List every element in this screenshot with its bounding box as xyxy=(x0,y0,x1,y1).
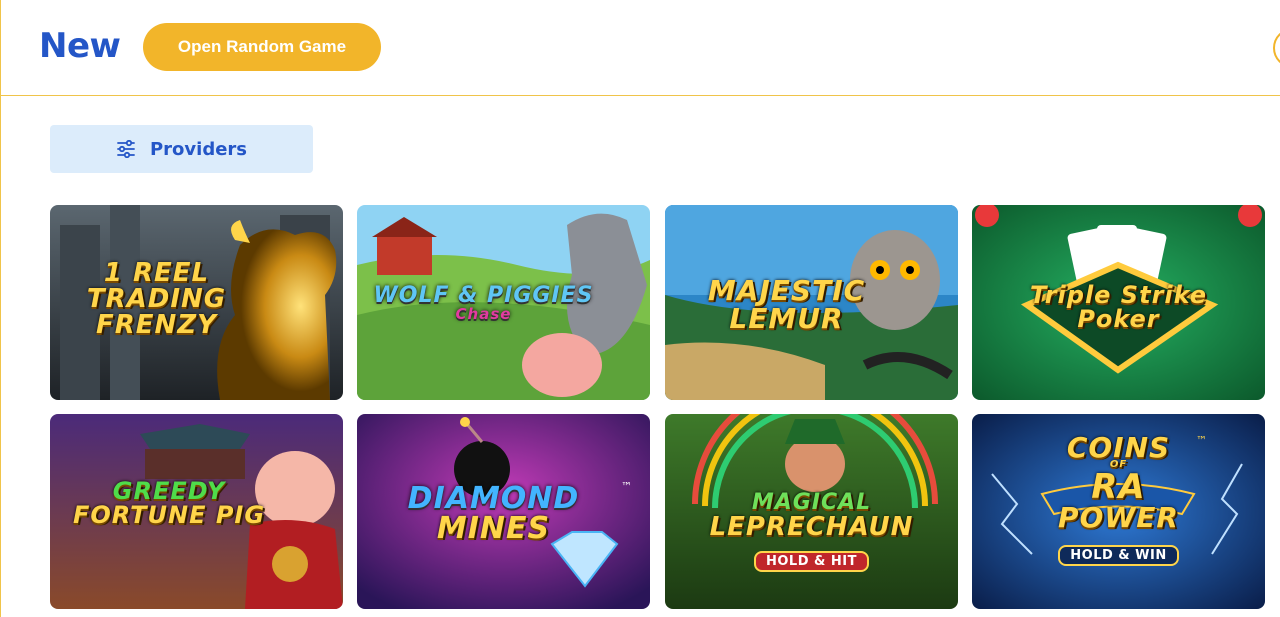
providers-filter-button[interactable]: Providers xyxy=(50,125,313,173)
game-tile-coins-of-ra-power[interactable]: COINS OF RA POWER HOLD & WIN ™ xyxy=(972,414,1265,609)
header-edge-button[interactable] xyxy=(1273,28,1280,68)
game-title: MAGICAL LEPRECHAUN HOLD & HIT xyxy=(665,492,958,572)
sliders-icon xyxy=(116,140,136,158)
trademark-symbol: ™ xyxy=(621,480,632,493)
trademark-symbol: ™ xyxy=(1196,434,1207,447)
providers-label: Providers xyxy=(149,138,248,160)
game-title: GREEDY FORTUNE PIG xyxy=(72,477,266,529)
game-tile-triple-strike-poker[interactable]: Triple Strike Poker xyxy=(972,205,1265,400)
game-title: DIAMOND MINES xyxy=(407,481,580,546)
game-title: Triple Strike Poker xyxy=(1029,281,1208,333)
page: New Open Random Game Providers 1 REEL TR… xyxy=(0,0,1280,617)
game-title: COINS OF RA POWER HOLD & WIN xyxy=(972,434,1265,566)
hold-and-win-badge: HOLD & WIN xyxy=(1058,545,1179,566)
game-title: 1 REEL TRADING FRENZY xyxy=(86,258,227,340)
game-tile-majestic-lemur[interactable]: MAJESTIC LEMUR xyxy=(665,205,958,400)
game-tile-magical-leprechaun[interactable]: MAGICAL LEPRECHAUN HOLD & HIT xyxy=(665,414,958,609)
game-title: MAJESTIC LEMUR xyxy=(707,274,866,335)
game-tile-1-reel-trading-frenzy[interactable]: 1 REEL TRADING FRENZY xyxy=(50,205,343,400)
game-tile-diamond-mines[interactable]: DIAMOND MINES ™ xyxy=(357,414,650,609)
left-border xyxy=(0,96,1,617)
game-tile-greedy-fortune-pig[interactable]: GREEDY FORTUNE PIG xyxy=(50,414,343,609)
game-title: WOLF & PIGGIES Chase xyxy=(373,283,594,323)
hold-and-hit-badge: HOLD & HIT xyxy=(754,551,869,572)
page-title: New xyxy=(39,26,121,66)
header-bar: New Open Random Game xyxy=(0,0,1280,96)
open-random-game-button[interactable]: Open Random Game xyxy=(143,23,381,71)
game-tile-wolf-piggies-chase[interactable]: WOLF & PIGGIES Chase xyxy=(357,205,650,400)
